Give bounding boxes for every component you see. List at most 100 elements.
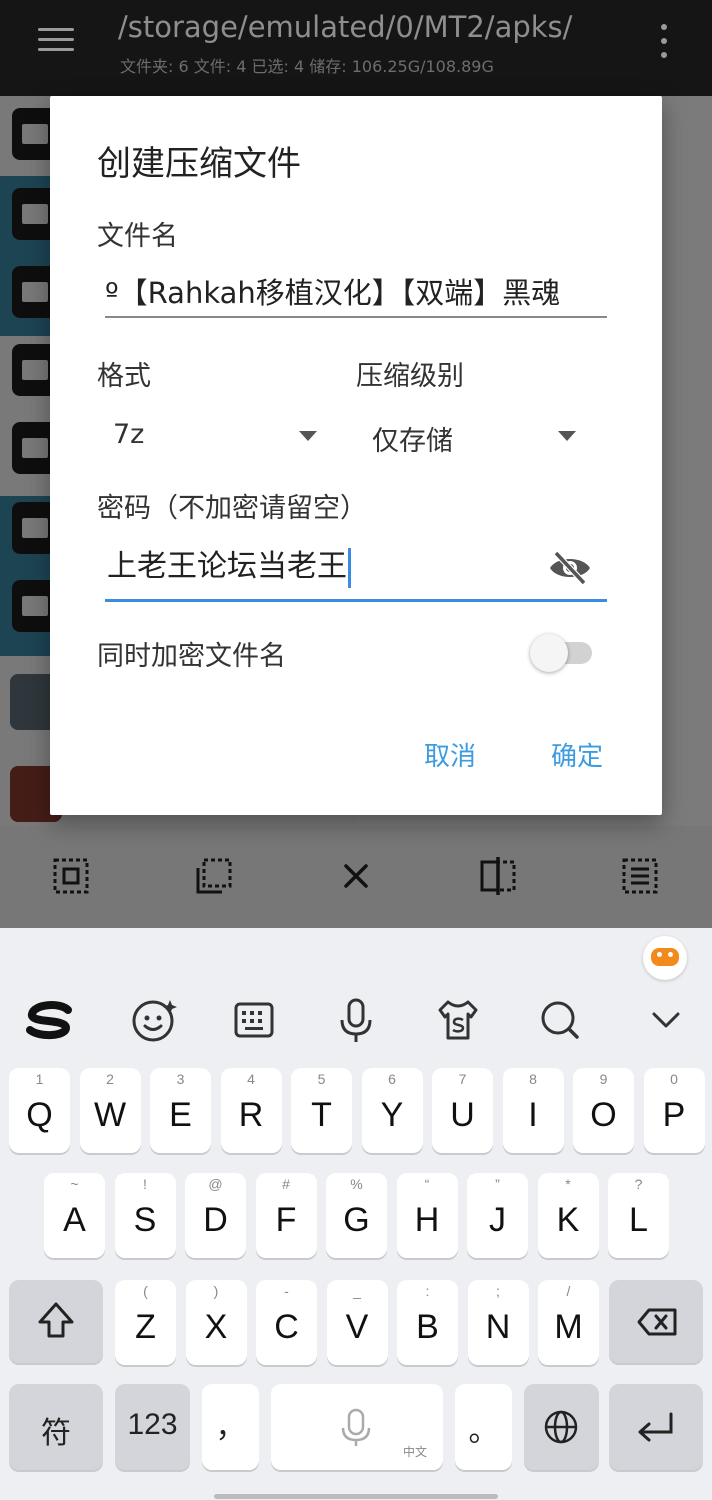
create-archive-dialog: 创建压缩文件 文件名 º【Rahkah移植汉化】【双端】黑魂 格式 压缩级别 7… (50, 96, 662, 815)
space-key[interactable]: 中文 (271, 1384, 443, 1470)
key-l[interactable]: ? L (608, 1173, 669, 1258)
key-hint: 4 (247, 1071, 255, 1087)
encrypt-filenames-toggle[interactable] (530, 632, 594, 672)
key-p[interactable]: 0P (643, 1068, 705, 1153)
key-label: K (556, 1201, 580, 1239)
folder-stats: 文件夹: 6 文件: 4 已选: 4 储存: 106.25G/108.89G (120, 57, 494, 76)
keyboard-layout-icon[interactable] (226, 992, 282, 1048)
gesture-home-bar[interactable] (214, 1494, 498, 1499)
key-i[interactable]: 8I (502, 1068, 564, 1153)
key-label: X (204, 1308, 228, 1346)
key-o[interactable]: 9O (573, 1068, 634, 1153)
key-hint: * (565, 1176, 571, 1192)
key-c[interactable]: -C (256, 1280, 317, 1365)
key-label: E (169, 1096, 192, 1134)
key-label: I (528, 1096, 538, 1134)
key-hint: @ (208, 1176, 223, 1192)
key-label: R (238, 1096, 264, 1134)
soft-keyboard: 1Q2W3E4R5T6Y7U8I9O0P ~ A! S @ D # F% G “H” J * K? L … (0, 928, 712, 1500)
key-hint: ) (213, 1283, 219, 1299)
more-options-icon[interactable] (652, 20, 676, 62)
encrypt-filenames-label: 同时加密文件名 (97, 641, 286, 672)
key-hint: 7 (458, 1071, 467, 1087)
key-b[interactable]: :B (397, 1280, 458, 1365)
search-icon[interactable] (532, 992, 588, 1048)
emoji-icon[interactable] (126, 992, 182, 1048)
menu-icon[interactable] (34, 24, 78, 56)
key-g[interactable]: % G (326, 1173, 387, 1258)
dropdown-arrow-icon (558, 431, 576, 441)
key-label: S (133, 1201, 157, 1239)
compression-level-dropdown[interactable]: 仅存储 (372, 413, 582, 463)
password-input[interactable]: 上老王论坛当老王 (105, 540, 607, 602)
compression-level-label: 压缩级别 (356, 361, 464, 392)
numbers-key[interactable]: 123 (115, 1384, 190, 1470)
key-hint: 0 (670, 1071, 678, 1087)
key-y[interactable]: 6Y (361, 1068, 423, 1153)
collapse-keyboard-icon[interactable] (638, 992, 694, 1048)
key-label: C (274, 1308, 299, 1346)
key-d[interactable]: @ D (185, 1173, 246, 1258)
format-dropdown[interactable]: 7z (113, 413, 323, 463)
keyboard-mascot-icon[interactable] (643, 936, 687, 980)
key-hint: ” (495, 1176, 500, 1192)
key-label: H (414, 1201, 440, 1239)
format-label: 格式 (97, 361, 151, 392)
key-x[interactable]: ) X (185, 1280, 247, 1365)
current-path: /storage/emulated/0/MT2/apks/ (118, 10, 573, 44)
key-hint: 1 (35, 1071, 44, 1087)
key-hint: / (566, 1283, 571, 1299)
key-z[interactable]: (Z (115, 1280, 176, 1365)
cancel-button[interactable]: 取消 (424, 736, 476, 773)
comma-key[interactable]: ， (202, 1384, 259, 1470)
voice-input-icon[interactable] (328, 992, 384, 1048)
key-j[interactable]: ” J (467, 1173, 528, 1258)
shift-key[interactable] (9, 1280, 103, 1363)
key-hint: 5 (317, 1071, 326, 1087)
key-label: Q (26, 1096, 53, 1134)
key-r[interactable]: 4R (220, 1068, 282, 1153)
key-hint: ; (496, 1283, 500, 1299)
compression-level-value: 仅存储 (372, 426, 453, 457)
ok-button[interactable]: 确定 (551, 736, 603, 773)
key-m[interactable]: / M (538, 1280, 599, 1365)
key-hint: - (284, 1283, 289, 1299)
key-v[interactable]: _ V (326, 1280, 388, 1365)
key-f[interactable]: # F (255, 1173, 317, 1258)
hide-password-icon[interactable] (547, 548, 593, 588)
key-s[interactable]: ! S (114, 1173, 176, 1258)
key-label: P (662, 1096, 686, 1134)
key-label: V (345, 1308, 369, 1346)
period-key[interactable]: 。 (455, 1384, 512, 1470)
enter-key[interactable] (609, 1384, 703, 1470)
key-hint: 8 (529, 1071, 537, 1087)
key-hint: 9 (599, 1071, 608, 1087)
backspace-key[interactable] (609, 1280, 703, 1363)
key-w[interactable]: 2W (79, 1068, 141, 1153)
key-h[interactable]: “H (396, 1173, 458, 1258)
key-e[interactable]: 3E (150, 1068, 211, 1153)
key-t[interactable]: 5T (291, 1068, 352, 1153)
key-label: T (311, 1096, 332, 1134)
key-hint: 2 (106, 1071, 114, 1087)
key-label: U (450, 1096, 475, 1134)
password-label: 密码（不加密请留空） (97, 493, 367, 524)
key-a[interactable]: ~ A (44, 1173, 105, 1258)
key-q[interactable]: 1Q (9, 1068, 70, 1153)
skin-theme-icon[interactable] (430, 992, 486, 1048)
key-u[interactable]: 7U (432, 1068, 493, 1153)
text-cursor (348, 547, 351, 588)
key-label: Z (135, 1308, 156, 1346)
key-label: B (416, 1308, 439, 1346)
key-hint: 3 (176, 1071, 185, 1087)
key-k[interactable]: * K (537, 1173, 599, 1258)
app-bar: /storage/emulated/0/MT2/apks/ 文件夹: 6 文件:… (0, 0, 712, 96)
sogou-logo-icon[interactable] (22, 992, 78, 1048)
key-hint: ~ (70, 1176, 79, 1192)
language-key[interactable] (524, 1384, 599, 1470)
key-n[interactable]: ; N (467, 1280, 529, 1365)
filename-input[interactable]: º【Rahkah移植汉化】【双端】黑魂 (105, 272, 607, 318)
symbols-key[interactable]: 符 (9, 1384, 103, 1470)
key-hint: ! (143, 1176, 147, 1192)
dropdown-arrow-icon (299, 431, 317, 441)
